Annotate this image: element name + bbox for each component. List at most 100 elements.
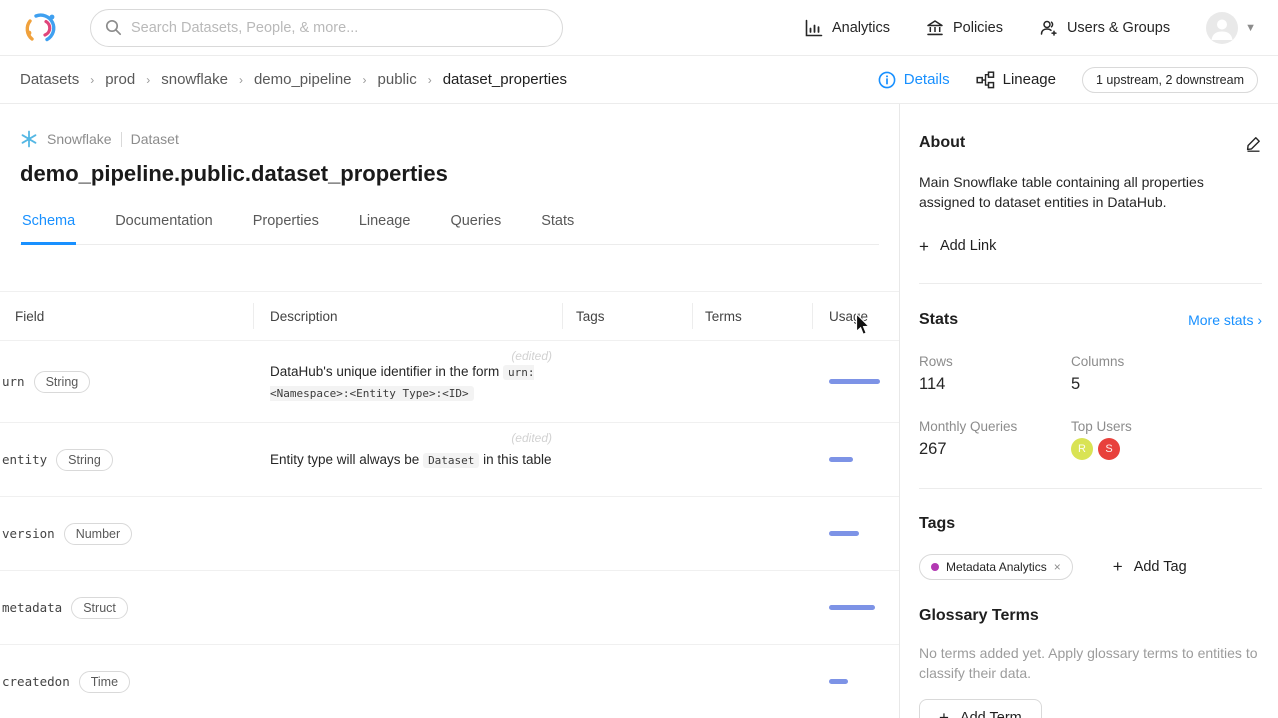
schema-table-row[interactable]: version Number (0, 497, 899, 571)
nav-item-policies[interactable]: Policies (926, 19, 1003, 37)
field-type-badge[interactable]: String (34, 371, 91, 393)
description-cell[interactable] (253, 645, 562, 718)
tab-queries[interactable]: Queries (449, 207, 502, 244)
stats-section-header: Stats More stats › (919, 311, 1262, 329)
description-code: Dataset (423, 453, 479, 468)
stat-label: Rows (919, 354, 1071, 369)
lineage-label: Lineage (1003, 71, 1056, 88)
column-header-field: Field (0, 292, 253, 340)
column-header-description: Description (253, 292, 562, 340)
description-cell[interactable]: (edited) Entity type will always be Datas… (253, 423, 562, 496)
field-cell: entity String (0, 423, 253, 496)
user-avatar[interactable]: S (1098, 438, 1120, 460)
breadcrumb-item[interactable]: demo_pipeline (254, 71, 352, 88)
breadcrumb-item[interactable]: dataset_properties (443, 71, 567, 88)
field-name: version (2, 526, 55, 541)
lineage-button[interactable]: Lineage (976, 71, 1056, 89)
search-input[interactable] (131, 20, 548, 36)
chevron-down-icon: ▼ (1245, 22, 1256, 34)
details-label: Details (904, 71, 950, 88)
field-type-badge[interactable]: Struct (71, 597, 128, 619)
stat-value: 5 (1071, 375, 1262, 394)
edited-label: (edited) (511, 429, 552, 447)
topnav-links: Analytics Policies Users & Groups ▼ (805, 12, 1256, 44)
stat-label: Monthly Queries (919, 419, 1071, 434)
usage-bar (829, 605, 875, 610)
remove-tag-icon[interactable]: × (1054, 560, 1061, 574)
terms-cell[interactable] (692, 645, 812, 718)
nav-item-users-groups[interactable]: Users & Groups (1039, 19, 1170, 37)
more-stats-link[interactable]: More stats › (1188, 312, 1262, 328)
breadcrumb-separator: › (239, 73, 243, 87)
about-title: About (919, 134, 965, 152)
field-name: createdon (2, 674, 70, 689)
info-icon (878, 71, 896, 89)
stats-grid: Rows114Columns5Monthly Queries267Top Use… (919, 354, 1262, 460)
usage-cell (812, 341, 899, 422)
add-link-button[interactable]: + Add Link (919, 238, 1262, 255)
description-cell[interactable]: (edited)DataHub's unique identifier in t… (253, 341, 562, 422)
breadcrumb-separator: › (90, 73, 94, 87)
plus-icon: + (919, 238, 929, 255)
breadcrumb-item[interactable]: prod (105, 71, 135, 88)
schema-table-row[interactable]: entity String (edited) Entity type will a… (0, 423, 899, 497)
tab-documentation[interactable]: Documentation (114, 207, 214, 244)
tab-schema[interactable]: Schema (21, 207, 76, 244)
usage-cell (812, 645, 899, 718)
tags-cell[interactable] (562, 571, 692, 644)
field-type-badge[interactable]: String (56, 449, 113, 471)
usage-bar (829, 457, 853, 462)
tags-cell[interactable] (562, 497, 692, 570)
tab-lineage[interactable]: Lineage (358, 207, 412, 244)
field-cell: version Number (0, 497, 253, 570)
nav-item-analytics[interactable]: Analytics (805, 19, 890, 37)
field-cell: metadata Struct (0, 571, 253, 644)
terms-cell[interactable] (692, 423, 812, 496)
breadcrumb-separator: › (146, 73, 150, 87)
schema-table-row[interactable]: urn String (edited)DataHub's unique iden… (0, 341, 899, 423)
add-term-button[interactable]: + Add Term (919, 699, 1042, 718)
top-navbar: Analytics Policies Users & Groups ▼ (0, 0, 1278, 56)
user-avatar[interactable]: R (1071, 438, 1093, 460)
tab-properties[interactable]: Properties (252, 207, 320, 244)
lineage-count-badge[interactable]: 1 upstream, 2 downstream (1082, 67, 1258, 93)
terms-cell[interactable] (692, 341, 812, 422)
tags-cell[interactable] (562, 423, 692, 496)
stats-title: Stats (919, 311, 958, 329)
edit-icon[interactable] (1245, 135, 1262, 152)
field-name: urn (2, 374, 25, 389)
breadcrumb-item[interactable]: public (378, 71, 417, 88)
tag-pill[interactable]: Metadata Analytics × (919, 554, 1073, 580)
stat-value: 267 (919, 440, 1071, 459)
breadcrumb-item[interactable]: Datasets (20, 71, 79, 88)
user-menu[interactable]: ▼ (1206, 12, 1256, 44)
terms-cell[interactable] (692, 571, 812, 644)
stat-item: Monthly Queries 267 (919, 419, 1071, 460)
description-cell[interactable] (253, 497, 562, 570)
tab-stats[interactable]: Stats (540, 207, 575, 244)
description-cell[interactable] (253, 571, 562, 644)
breadcrumb-item[interactable]: snowflake (161, 71, 228, 88)
description-text: DataHub's unique identifier in the form … (270, 362, 554, 403)
tags-cell[interactable] (562, 341, 692, 422)
users-icon (1039, 19, 1058, 37)
field-type-badge[interactable]: Number (64, 523, 132, 545)
description-text: Entity type will always be Dataset in th… (270, 450, 554, 470)
tag-label: Metadata Analytics (946, 560, 1047, 574)
schema-table-row[interactable]: createdon Time (0, 645, 899, 718)
tag-color-dot (931, 563, 939, 571)
divider (121, 132, 122, 147)
field-name: entity (2, 452, 47, 467)
details-button[interactable]: Details (878, 71, 950, 89)
schema-table-row[interactable]: metadata Struct (0, 571, 899, 645)
breadcrumb-bar: Datasets › prod › snowflake › demo_pipeline › pu… (0, 56, 1278, 104)
field-type-badge[interactable]: Time (79, 671, 130, 693)
platform-name[interactable]: Snowflake (47, 131, 112, 147)
datahub-logo[interactable] (22, 9, 60, 47)
breadcrumb-separator: › (428, 73, 432, 87)
tags-cell[interactable] (562, 645, 692, 718)
nav-item-label: Analytics (832, 20, 890, 36)
add-tag-button[interactable]: + Add Tag (1113, 558, 1187, 575)
avatar (1206, 12, 1238, 44)
terms-cell[interactable] (692, 497, 812, 570)
